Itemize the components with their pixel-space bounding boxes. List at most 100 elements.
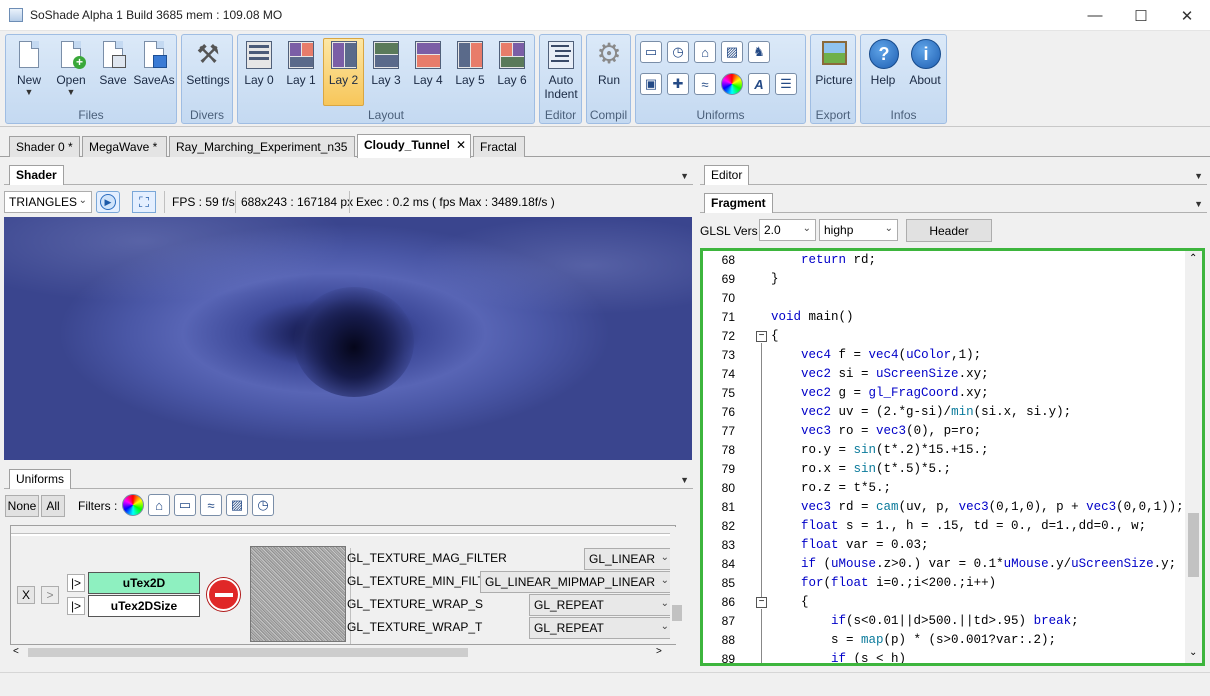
code-line[interactable]: 81 vec3 rd = cam(uv, p, vec3(0,1,0), p +… — [703, 500, 1184, 519]
code-line[interactable]: 84 if (uMouse.z>0.) var = 0.1*uMouse.y/u… — [703, 557, 1183, 576]
editor-vscrollbar[interactable]: ⌃ ⌄ — [1185, 251, 1202, 663]
mouse-filter-icon[interactable]: ⌂ — [148, 494, 170, 516]
open-button[interactable]: + Open ▼ — [50, 39, 92, 111]
tab-megawave[interactable]: MegaWave * — [82, 136, 167, 157]
code-line[interactable]: 82 float s = 1., h = .15, td = 0., d=1.,… — [703, 519, 1183, 538]
code-line[interactable]: 74 vec2 si = uScreenSize.xy; — [703, 367, 1183, 386]
delete-icon[interactable] — [207, 578, 240, 611]
glsl-version-select[interactable]: 2.0 ⌄ — [759, 219, 816, 241]
save-button[interactable]: Save — [92, 39, 134, 99]
wrap-s-select[interactable]: GL_REPEAT ⌄ — [529, 594, 674, 616]
maximize-button[interactable]: ☐ — [1118, 0, 1164, 31]
tab-uniforms[interactable]: Uniforms — [9, 469, 72, 489]
tab-shader-0[interactable]: Shader 0 * — [9, 136, 80, 157]
code-line[interactable]: 83 float var = 0.03; — [703, 538, 1183, 557]
panel-menu-icon[interactable]: ▼ — [1194, 199, 1203, 209]
remove-uniform-button[interactable]: X — [17, 586, 35, 604]
scroll-thumb[interactable] — [28, 648, 468, 657]
clock-icon[interactable]: ◷ — [667, 41, 689, 63]
tab-ray-marching[interactable]: Ray_Marching_Experiment_n35 — [169, 136, 355, 157]
code-line[interactable]: 79 ro.x = sin(t*.5)*5.; — [703, 462, 1183, 481]
new-button[interactable]: New ▼ — [8, 39, 50, 111]
text-icon[interactable]: A — [748, 73, 770, 95]
code-editor[interactable]: 68 return rd; 69} 70 71 void main() 72{73 vec… — [700, 248, 1205, 666]
screen-filter-icon[interactable]: ▭ — [174, 494, 196, 516]
layout-1-button[interactable]: Lay 1 — [280, 39, 322, 99]
saveas-button[interactable]: SaveAs — [133, 39, 175, 99]
close-button[interactable]: ✕ — [1164, 0, 1210, 31]
layers-icon[interactable]: ☰ — [775, 73, 797, 95]
settings-button[interactable]: ⚒ Settings — [183, 39, 233, 99]
cube-icon[interactable]: ▣ — [640, 73, 662, 95]
mag-filter-select[interactable]: GL_LINEAR ⌄ — [584, 548, 674, 570]
code-line[interactable]: 72 { — [703, 329, 1183, 348]
tab-shader[interactable]: Shader — [9, 165, 64, 185]
minimize-button[interactable]: — — [1072, 0, 1118, 31]
run-button[interactable]: ⚙ Run — [588, 39, 630, 99]
precision-select[interactable]: highp ⌄ — [819, 219, 898, 241]
close-tab-icon[interactable]: ✕ — [456, 138, 466, 152]
color-filter-icon[interactable] — [122, 494, 144, 516]
scroll-thumb[interactable] — [672, 605, 682, 621]
code-line[interactable]: 75 vec2 g = gl_FragCoord.xy; — [703, 386, 1183, 405]
mouse-icon[interactable]: ⌂ — [694, 41, 716, 63]
uniform-size-field[interactable]: uTex2DSize — [88, 595, 200, 617]
header-button[interactable]: Header — [906, 219, 992, 242]
layout-6-button[interactable]: Lay 6 — [491, 39, 533, 99]
code-line[interactable]: 89 if (s < h) — [703, 652, 1183, 663]
scroll-left-icon[interactable]: < — [13, 646, 19, 657]
texture-preview[interactable] — [250, 546, 346, 642]
code-line[interactable]: 86 { — [703, 595, 1183, 614]
wrap-t-select[interactable]: GL_REPEAT ⌄ — [529, 617, 674, 639]
tab-cloudy-tunnel[interactable]: Cloudy_Tunnel ✕ — [357, 134, 471, 158]
panel-menu-icon[interactable]: ▼ — [680, 171, 689, 181]
animal-icon[interactable]: ♞ — [748, 41, 770, 63]
play-button[interactable]: ▶ — [96, 191, 120, 213]
tab-editor[interactable]: Editor — [704, 165, 750, 185]
gamepad-icon[interactable]: ✚ — [667, 73, 689, 95]
wave-filter-icon[interactable]: ≈ — [200, 494, 222, 516]
code-line[interactable]: 88 s = map(p) * (s>0.001?var:.2); — [703, 633, 1183, 652]
code-area[interactable]: 68 return rd; 69} 70 71 void main() 72{73 vec… — [703, 253, 1184, 663]
code-line[interactable]: 80 ro.z = t*5.; — [703, 481, 1183, 500]
color-wheel-icon[interactable] — [721, 73, 743, 95]
tab-fractal[interactable]: Fractal — [473, 136, 525, 157]
next-button[interactable]: > — [41, 586, 59, 604]
code-line[interactable]: 85 for(float i=0.;i<200.;i++) — [703, 576, 1183, 595]
uniform-name-field[interactable]: uTex2D — [88, 572, 200, 594]
panel-menu-icon[interactable]: ▼ — [680, 475, 689, 485]
clock-filter-icon[interactable]: ◷ — [252, 494, 274, 516]
wave-icon[interactable]: ≈ — [694, 73, 716, 95]
code-line[interactable]: 77 vec3 ro = vec3(0), p=ro; — [703, 424, 1183, 443]
picture-button[interactable]: Picture — [812, 39, 856, 99]
layout-3-button[interactable]: Lay 3 — [365, 39, 407, 99]
code-line[interactable]: 71 void main() — [703, 310, 1183, 329]
scroll-thumb[interactable] — [1188, 513, 1199, 577]
min-filter-select[interactable]: GL_LINEAR_MIPMAP_LINEAR ⌄ — [480, 571, 674, 593]
none-button[interactable]: None — [5, 495, 39, 517]
auto-indent-button[interactable]: Auto Indent — [540, 39, 582, 109]
code-line[interactable]: 76 vec2 uv = (2.*g-si)/min(si.x, si.y); — [703, 405, 1183, 424]
picture-icon[interactable]: ▨ — [721, 41, 743, 63]
draw-mode-select[interactable]: TRIANGLES ⌄ — [4, 191, 92, 213]
code-line[interactable]: 78 ro.y = sin(t*.2)*15.+15.; — [703, 443, 1183, 462]
layout-0-button[interactable]: Lay 0 — [238, 39, 280, 99]
shader-viewport[interactable] — [4, 217, 692, 460]
all-button[interactable]: All — [41, 495, 65, 517]
code-line[interactable]: 73 vec4 f = vec4(uColor,1); — [703, 348, 1183, 367]
panel-menu-icon[interactable]: ▼ — [1194, 171, 1203, 181]
screen-icon[interactable]: ▭ — [640, 41, 662, 63]
code-line[interactable]: 87 if(s<0.01||d>500.||td>.95) break; — [703, 614, 1183, 633]
fit-view-button[interactable]: ⛶ — [132, 191, 156, 213]
layout-5-button[interactable]: Lay 5 — [449, 39, 491, 99]
code-line[interactable]: 68 return rd; — [703, 253, 1183, 272]
picture-filter-icon[interactable]: ▨ — [226, 494, 248, 516]
fold-marker-icon[interactable]: − — [756, 331, 767, 342]
scroll-right-icon[interactable]: > — [656, 646, 662, 657]
code-line[interactable]: 69} — [703, 272, 1183, 291]
layout-4-button[interactable]: Lay 4 — [407, 39, 449, 99]
uniforms-hscrollbar[interactable]: < > — [10, 645, 668, 660]
about-button[interactable]: i About — [904, 39, 946, 99]
uniforms-vscrollbar[interactable] — [670, 527, 684, 644]
layout-2-button[interactable]: Lay 2 — [323, 38, 364, 106]
